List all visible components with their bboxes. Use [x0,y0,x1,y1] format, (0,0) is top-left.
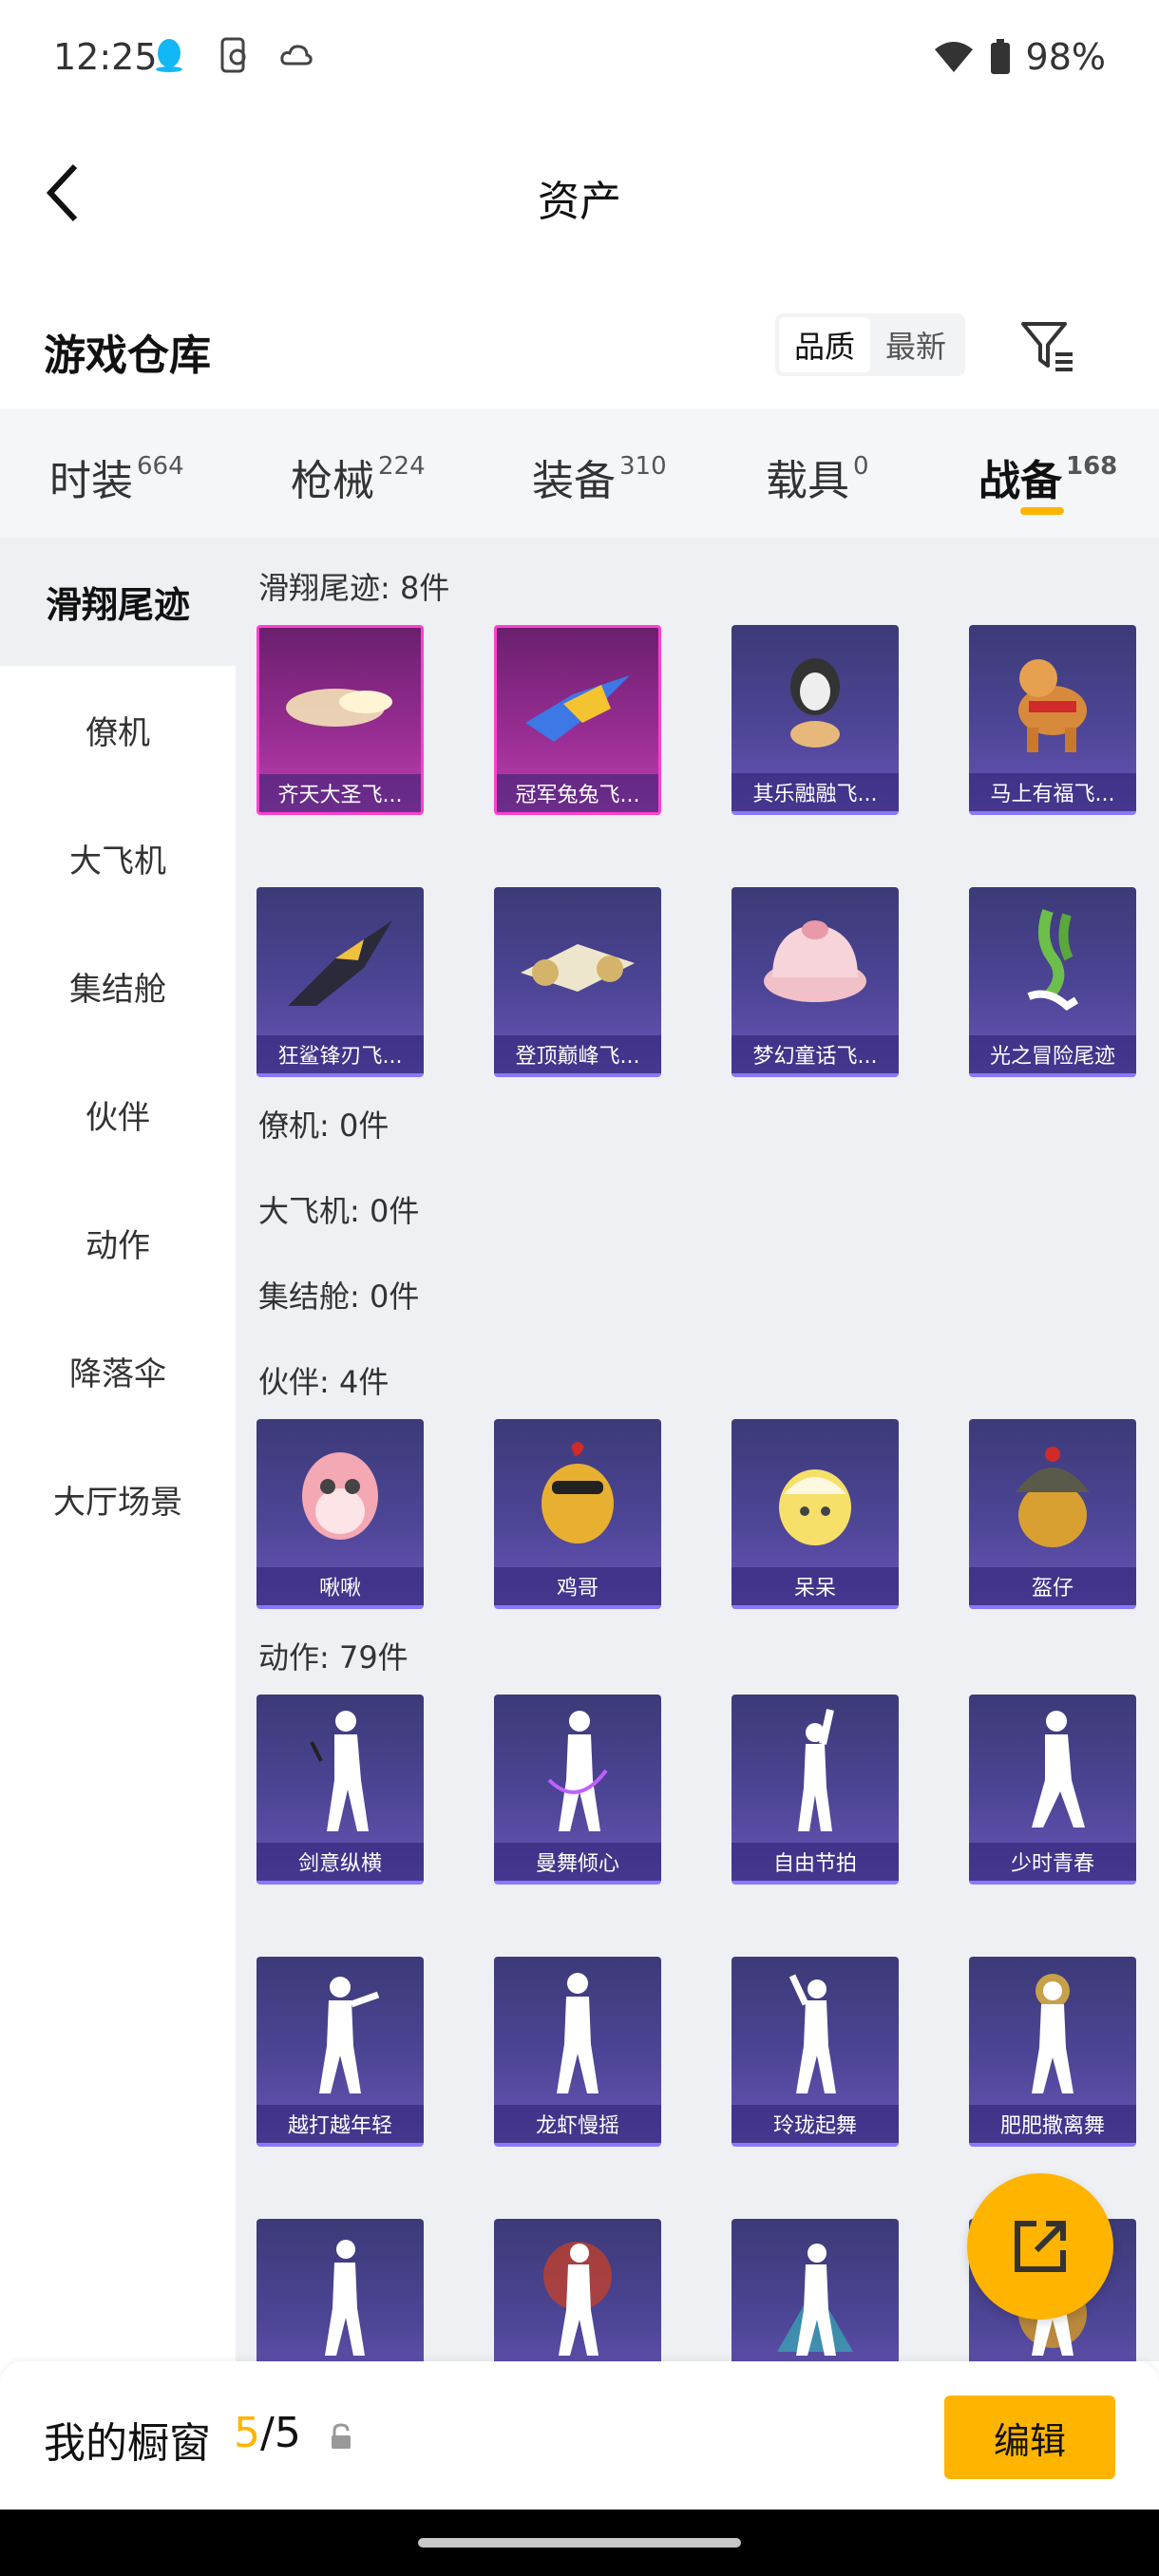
tab-fashion[interactable]: 时装 664 [49,446,184,507]
phone-sync-icon [220,37,246,73]
dancer-silhouette-icon [788,1974,836,2093]
section-title-emote: 动作: 79件 [258,1639,408,1676]
section-title-partner: 伙伴: 4件 [258,1364,390,1400]
helmet-chick-icon [1016,1447,1090,1547]
dancer-silhouette-icon [325,2240,365,2356]
emote-item[interactable] [256,2219,424,2361]
glide-item[interactable]: 登顶巅峰飞... [494,887,661,1077]
emote-item[interactable]: 自由节拍 [732,1695,899,1885]
showcase-label: 我的橱窗 [44,2419,211,2468]
emote-item[interactable]: 肥肥撒离舞 [969,1957,1136,2147]
emote-item[interactable]: 越打越年轻 [256,1957,424,2147]
page-title: 资产 [538,178,621,226]
status-icons-right: 98% [933,36,1106,78]
status-icons-left [150,36,314,74]
dancer-silhouette-icon [1032,1974,1074,2093]
glide-item[interactable]: 狂鲨锋刃飞... [256,887,424,1077]
partner-item[interactable]: 盔仔 [969,1419,1136,1609]
emote-item[interactable]: 少时青春 [969,1695,1136,1885]
warehouse-row: 游戏仓库 品质 最新 [0,285,1159,408]
emote-item[interactable] [494,2219,661,2361]
qq-icon [156,39,182,72]
side-item-lobby-scene[interactable]: 大厅场景 [0,1435,236,1563]
side-item-partner[interactable]: 伙伴 [0,1051,236,1179]
filter-icon [1021,322,1073,371]
section-title-capsule: 集结舱: 0件 [258,1279,420,1315]
dancer-silhouette-icon [1032,1711,1085,1828]
section-title-glide: 滑翔尾迹: 8件 [258,570,450,606]
status-time: 12:25 [53,36,158,78]
showcase-bar: 我的橱窗 5/5 编辑 [0,2361,1159,2510]
warehouse-title: 游戏仓库 [44,331,211,380]
emote-item[interactable] [732,2219,899,2361]
tab-equipment[interactable]: 装备 310 [532,446,667,507]
glide-item[interactable]: 其乐融融飞... [732,625,899,815]
side-item-emote[interactable]: 动作 [0,1179,236,1307]
glide-item[interactable]: 齐天大圣飞... [256,625,424,815]
home-gesture-handle[interactable] [418,2538,741,2548]
dancer-silhouette-icon [557,1973,598,2093]
side-item-glide-trail[interactable]: 滑翔尾迹 [0,538,236,666]
dancer-silhouette-icon [547,1711,608,1831]
sort-quality-button[interactable]: 品质 [779,317,871,372]
battery-icon [990,39,1010,74]
dancer-silhouette-icon [319,1977,380,2093]
side-nav: 滑翔尾迹 僚机 大飞机 集结舱 伙伴 动作 降落伞 大厅场景 [0,538,236,2361]
dancer-silhouette-icon [798,1709,834,1831]
side-item-capsule[interactable]: 集结舱 [0,922,236,1051]
wifi-icon [934,42,973,72]
tab-guns[interactable]: 枪械 224 [291,446,426,507]
category-tabs: 时装 664 枪械 224 装备 310 载具 0 战备 168 [0,408,1159,538]
smoke-trail-icon [1027,909,1079,1011]
jet-glider-icon [521,944,635,992]
emote-item[interactable]: 曼舞倾心 [494,1695,661,1885]
tab-active-indicator [1020,507,1064,515]
sort-newest-button[interactable]: 最新 [870,317,961,372]
pink-bird-icon [302,1452,378,1540]
header: 资产 [0,118,1159,270]
dancer-silhouette-icon [310,1711,369,1831]
system-nav-bar [0,2510,1159,2576]
item-content: 滑翔尾迹: 8件 齐天大圣飞... 冠军兔兔飞... 其乐融融飞... 马上有福… [236,538,1159,2361]
sort-toggle: 品质 最新 [775,313,966,376]
showcase-count: 5/5 [234,2409,301,2457]
chick-icon [779,1469,851,1545]
battery-level: 98% [1025,36,1106,78]
external-link-icon [1015,2221,1066,2272]
tab-battle-gear[interactable]: 战备 168 [978,446,1117,507]
glide-trail-icon [286,689,392,727]
dancer-silhouette-icon [777,2244,853,2356]
partner-item[interactable]: 鸡哥 [494,1419,661,1609]
side-item-parachute[interactable]: 降落伞 [0,1307,236,1435]
fairytale-bed-icon [764,920,866,1002]
glide-item[interactable]: 梦幻童话飞... [732,887,899,1077]
filter-button[interactable] [1013,312,1083,382]
partner-item[interactable]: 呆呆 [732,1419,899,1609]
emote-item[interactable]: 龙虾慢摇 [494,1957,661,2147]
status-bar: 12:25 98% [0,0,1159,118]
emote-item[interactable]: 剑意纵横 [256,1695,424,1885]
penguin-glider-icon [790,658,840,748]
side-item-wingman[interactable]: 僚机 [0,666,236,794]
dancer-silhouette-icon [543,2242,612,2356]
glide-item[interactable]: 马上有福飞... [969,625,1136,815]
glide-item[interactable]: 光之冒险尾迹 [969,887,1136,1077]
emote-item[interactable]: 玲珑起舞 [732,1957,899,2147]
cloud-icon [280,45,313,66]
shark-glider-icon [288,920,392,1006]
glide-item[interactable]: 冠军兔兔飞... [494,625,661,815]
side-item-big-plane[interactable]: 大飞机 [0,794,236,922]
share-fab-button[interactable] [967,2173,1113,2320]
tab-vehicles[interactable]: 载具 0 [766,446,869,507]
section-title-wingman: 僚机: 0件 [258,1108,390,1144]
section-title-bigplane: 大飞机: 0件 [258,1193,420,1229]
lock-icon [332,2423,351,2449]
partner-item[interactable]: 啾啾 [256,1419,424,1609]
chicken-icon [542,1442,614,1544]
horse-glider-icon [1018,659,1087,752]
wing-glider-icon [525,675,630,742]
edit-button[interactable]: 编辑 [944,2396,1115,2479]
